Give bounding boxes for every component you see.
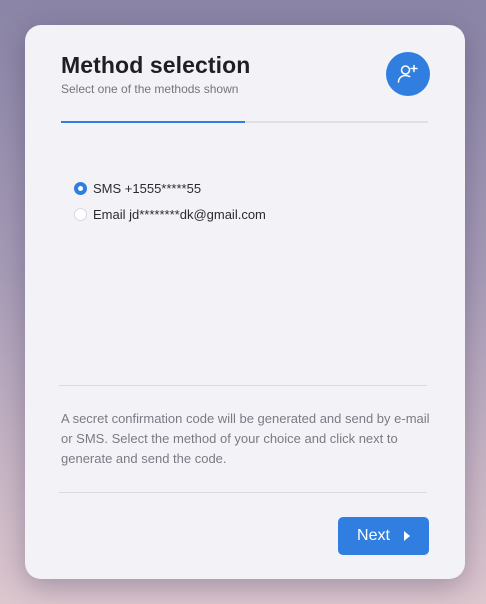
page-subtitle: Select one of the methods shown (61, 82, 239, 96)
progress-track (61, 121, 428, 123)
divider-top (59, 385, 427, 386)
email-label: Email jd********dk@gmail.com (93, 206, 266, 222)
next-button-label: Next (357, 527, 390, 544)
sms-radio[interactable] (74, 181, 87, 195)
method-option-email[interactable]: Email jd********dk@gmail.com (74, 201, 266, 227)
page-title: Method selection (61, 52, 251, 78)
user-plus-icon (397, 64, 418, 83)
caret-right-icon (403, 531, 410, 541)
sms-label: SMS +1555*****55 (93, 180, 202, 196)
divider-bottom (59, 492, 427, 493)
method-list: SMS +1555*****55 Email jd********dk@gmai… (74, 175, 266, 227)
method-option-sms[interactable]: SMS +1555*****55 (74, 175, 266, 201)
next-button[interactable]: Next (338, 517, 429, 555)
method-selection-card: Method selection Select one of the metho… (25, 25, 465, 579)
progress-fill (61, 121, 245, 123)
add-user-button[interactable] (386, 52, 430, 96)
email-radio[interactable] (74, 207, 87, 221)
info-text: A secret confirmation code will be gener… (61, 411, 430, 466)
